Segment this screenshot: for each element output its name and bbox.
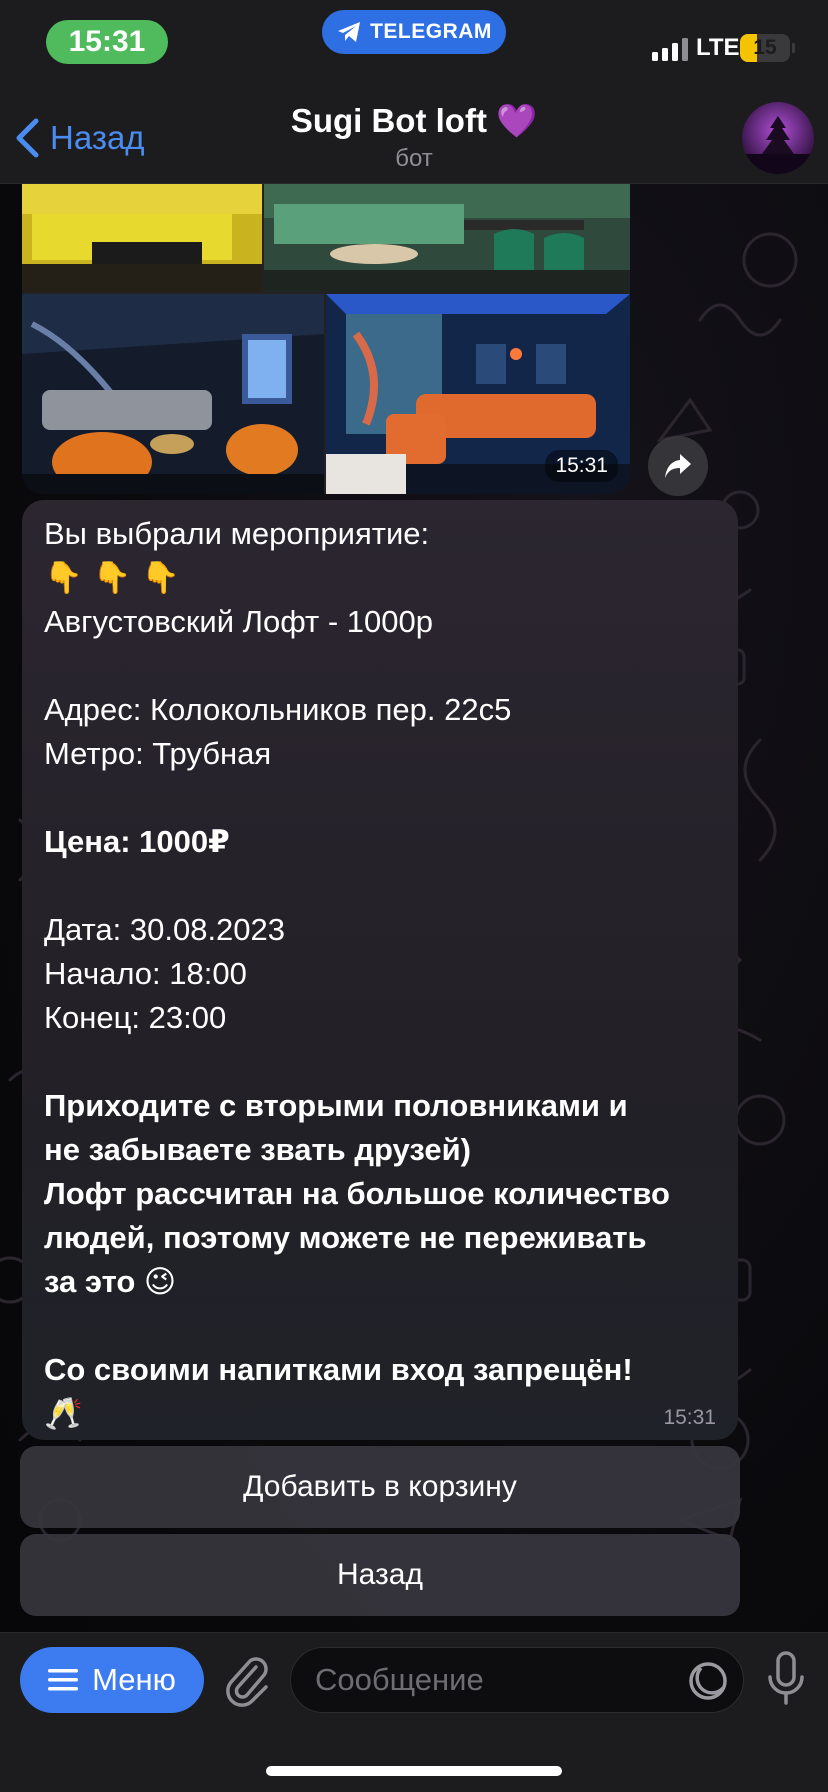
status-bar: 15:31 TELEGRAM LTE 15 bbox=[0, 0, 828, 92]
event-name: Августовский Лофт - 1000р bbox=[44, 604, 433, 639]
battery-level: 15 bbox=[753, 36, 777, 59]
invite-line: Приходите с вторыми половниками и bbox=[44, 1088, 628, 1123]
return-to-telegram-pill[interactable]: TELEGRAM bbox=[322, 10, 506, 54]
share-arrow-icon bbox=[665, 454, 691, 478]
telegram-icon bbox=[338, 22, 361, 42]
message-text: Вы выбрали мероприятие: 👇 👇 👇 Августовск… bbox=[44, 512, 734, 1436]
photo-green-lounge-room[interactable] bbox=[264, 184, 630, 292]
event-end: Конец: 23:00 bbox=[44, 1000, 227, 1035]
bot-avatar[interactable] bbox=[742, 102, 814, 174]
cellular-signal-icon bbox=[652, 38, 688, 61]
back-label: Назад bbox=[50, 119, 145, 156]
photo-yellow-sofa-room[interactable] bbox=[22, 184, 262, 292]
chat-title: Sugi Bot loft 💜 bbox=[290, 102, 538, 139]
menu-icon bbox=[48, 1669, 79, 1691]
clinking-glasses-emoji: 🥂 bbox=[44, 1396, 83, 1431]
share-button[interactable] bbox=[648, 436, 708, 496]
bot-menu-button[interactable]: Меню bbox=[20, 1647, 204, 1713]
message-input-field[interactable] bbox=[290, 1647, 744, 1713]
sticker-icon[interactable] bbox=[687, 1660, 729, 1702]
event-address: Адрес: Колокольников пер. 22с5 bbox=[44, 692, 512, 727]
message-input[interactable] bbox=[315, 1648, 645, 1712]
event-price: Цена: 1000₽ bbox=[44, 824, 230, 859]
chat-title-block[interactable]: Sugi Bot loft 💜 бот bbox=[200, 102, 628, 173]
chat-subtitle: бот bbox=[395, 145, 433, 172]
event-start: Начало: 18:00 bbox=[44, 956, 247, 991]
event-metro: Метро: Трубная bbox=[44, 736, 272, 771]
battery-icon: 15 bbox=[740, 34, 790, 62]
pointing-emoji-row: 👇 👇 👇 bbox=[44, 556, 734, 600]
inline-back-button[interactable]: Назад bbox=[20, 1534, 740, 1616]
media-timestamp: 15:31 bbox=[545, 450, 618, 482]
network-type: LTE bbox=[696, 34, 740, 61]
message-timestamp: 15:31 bbox=[663, 1406, 716, 1429]
chevron-left-icon bbox=[16, 118, 39, 158]
event-date: Дата: 30.08.2023 bbox=[44, 912, 286, 947]
invite-line: людей, поэтому можете не переживать bbox=[44, 1220, 647, 1255]
back-button[interactable]: Назад bbox=[14, 116, 145, 160]
pointing-down-emoji: 👇 bbox=[44, 560, 83, 595]
message-bubble: Вы выбрали мероприятие: 👇 👇 👇 Августовск… bbox=[22, 500, 738, 1440]
home-indicator[interactable] bbox=[266, 1766, 562, 1776]
microphone-icon[interactable] bbox=[766, 1651, 806, 1707]
add-to-cart-button[interactable]: Добавить в корзину bbox=[20, 1446, 740, 1528]
invite-line: Лофт рассчитан на большое количество bbox=[44, 1176, 670, 1211]
menu-label: Меню bbox=[92, 1662, 176, 1697]
pointing-down-emoji: 👇 bbox=[92, 560, 132, 595]
paperclip-icon[interactable] bbox=[222, 1653, 272, 1709]
photo-cinema-room-orange-beanbags[interactable] bbox=[22, 294, 324, 494]
chat-header: Назад Sugi Bot loft 💜 бот bbox=[0, 92, 828, 184]
message-intro: Вы выбрали мероприятие: bbox=[44, 516, 430, 551]
telegram-label: TELEGRAM bbox=[370, 20, 492, 43]
status-time[interactable]: 15:31 bbox=[46, 20, 168, 64]
pointing-down-emoji: 👇 bbox=[141, 560, 180, 595]
drinks-rule: Со своими напитками вход запрещён! bbox=[44, 1352, 633, 1387]
invite-line: за это 😉 bbox=[44, 1264, 177, 1299]
photo-blue-neon-room-orange-sofa[interactable]: 15:31 bbox=[326, 294, 630, 494]
invite-line: не забываете звать друзей) bbox=[44, 1132, 472, 1167]
media-album[interactable]: 15:31 bbox=[22, 184, 630, 494]
telegram-chat-screen: 15:31 TELEGRAM LTE 15 Назад Sugi Bot lof… bbox=[0, 0, 828, 1792]
battery-cap bbox=[792, 43, 795, 53]
